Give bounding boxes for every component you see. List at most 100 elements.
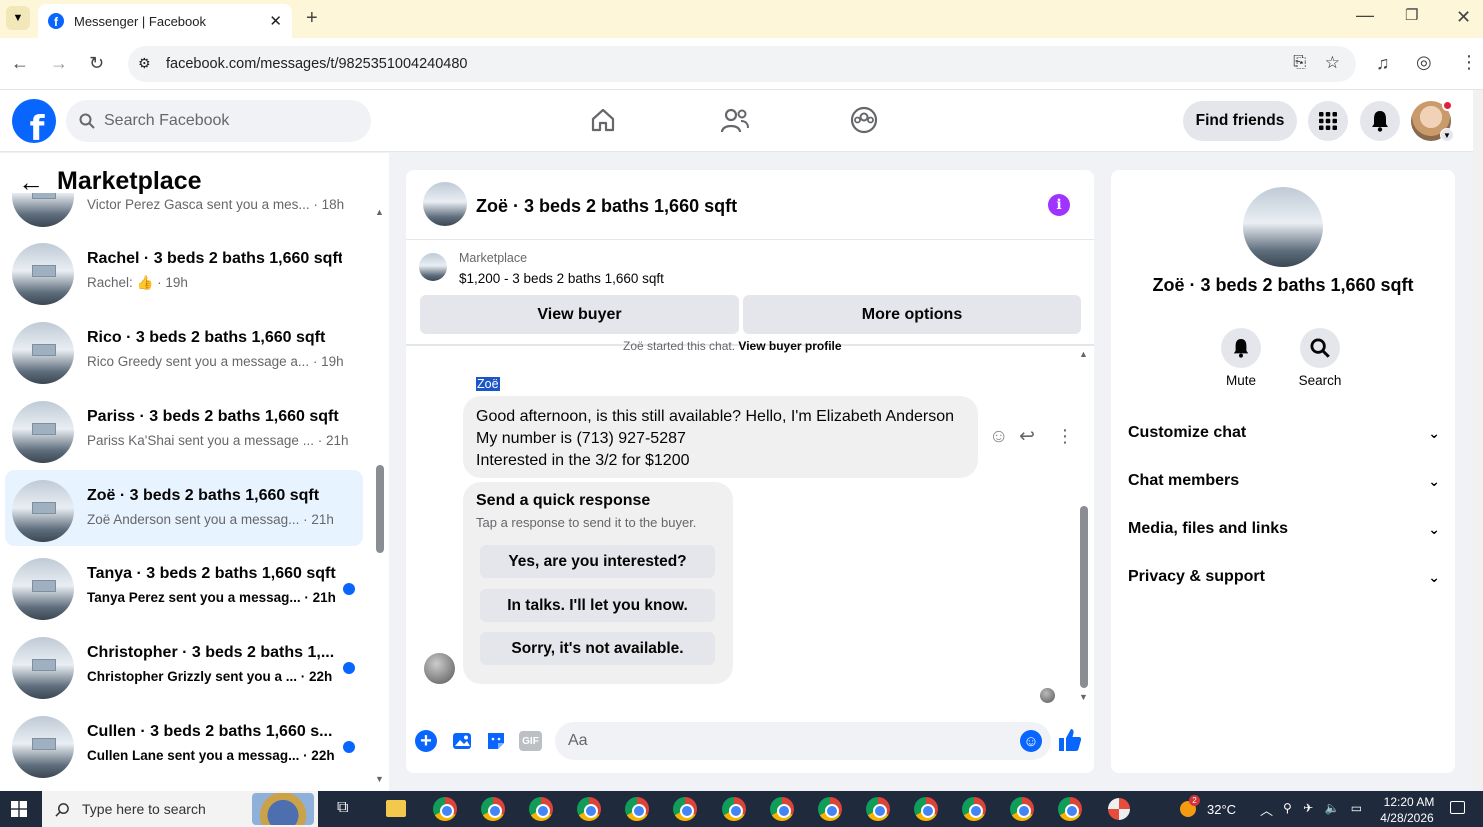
notification-center-icon[interactable] [1450, 801, 1465, 814]
conversation-row[interactable]: Victor · 3 beds 2 baths 1,660 sqftVictor… [5, 193, 363, 231]
chat-title[interactable]: Zoë · 3 beds 2 baths 1,660 sqft [476, 196, 737, 217]
msg-scroll-down-icon[interactable]: ▼ [1079, 692, 1088, 702]
conversation-row[interactable]: Zoë · 3 beds 2 baths 1,660 sqft Zoë Ander… [5, 470, 363, 546]
scroll-down-icon[interactable]: ▼ [375, 774, 384, 784]
restore-icon[interactable]: ❐ [1405, 8, 1418, 23]
taskbar-search-input[interactable]: Type here to search [42, 791, 318, 827]
quick-response-in-talks[interactable]: In talks. I'll let you know. [480, 589, 715, 622]
message-area: Zoë started this chat. View buyer profil… [406, 339, 1094, 714]
back-icon[interactable]: ← [11, 54, 29, 72]
site-info-icon[interactable]: ⚙ [138, 55, 151, 72]
conversation-row[interactable]: Christopher · 3 beds 2 baths 1,... Christ… [5, 627, 363, 703]
gif-icon[interactable]: GIF [519, 731, 542, 751]
message-bubble[interactable]: Good afternoon, is this still available?… [463, 396, 978, 478]
reply-icon[interactable]: ↩ [1019, 425, 1035, 448]
account-chevron-icon[interactable]: ▼ [1440, 128, 1454, 142]
chat-members-section[interactable]: Chat members ⌄ [1128, 466, 1440, 496]
msg-scroll-up-icon[interactable]: ▲ [1079, 349, 1088, 359]
message-more-icon[interactable]: ⋮ [1056, 426, 1074, 447]
home-icon[interactable] [590, 107, 616, 133]
add-actions-icon[interactable]: + [415, 730, 437, 752]
file-explorer-icon[interactable] [386, 800, 406, 817]
browser-tab[interactable]: f Messenger | Facebook ✕ [38, 4, 292, 38]
chrome-window-icon[interactable] [1010, 797, 1034, 821]
profile-icon[interactable]: ◎ [1416, 53, 1432, 71]
find-friends-button[interactable]: Find friends [1183, 101, 1297, 141]
react-icon[interactable]: ☺ [989, 426, 1008, 448]
chrome-window-icon[interactable] [481, 797, 505, 821]
clock-date[interactable]: 4/28/2026 [1374, 811, 1440, 825]
customize-chat-section[interactable]: Customize chat ⌄ [1128, 418, 1440, 448]
message-input[interactable]: Aa ☺ [555, 722, 1051, 760]
media-files-links-section[interactable]: Media, files and links ⌄ [1128, 514, 1440, 544]
search-in-chat-button[interactable] [1300, 328, 1340, 368]
more-options-button[interactable]: More options [743, 295, 1081, 334]
chrome-window-icon[interactable] [722, 797, 746, 821]
tray-chevron-icon[interactable]: ︿ [1260, 800, 1273, 819]
sticker-icon[interactable] [485, 730, 507, 752]
address-bar[interactable]: ⚙ facebook.com/messages/t/98253510042404… [128, 46, 1356, 82]
minimize-icon[interactable]: — [1356, 6, 1374, 24]
tray-icons[interactable]: ⚲ ✈ 🔈 ▭ [1283, 801, 1366, 815]
mute-button[interactable] [1221, 328, 1261, 368]
details-avatar[interactable] [1243, 187, 1323, 267]
page-scrollbar[interactable] [1473, 90, 1483, 791]
reload-icon[interactable]: ↻ [89, 54, 104, 72]
temperature[interactable]: 32°C [1207, 802, 1236, 817]
chrome-window-icon[interactable] [962, 797, 986, 821]
conversation-rows: Victor · 3 beds 2 baths 1,660 sqftVictor… [0, 193, 389, 791]
install-app-icon[interactable]: ⎘ [1293, 54, 1306, 72]
conversation-row[interactable]: Rachel · 3 beds 2 baths 1,660 sqft Rachel… [5, 233, 363, 309]
chrome-window-icon[interactable] [866, 797, 890, 821]
details-name: Zoë · 3 beds 2 baths 1,660 sqft [1152, 275, 1414, 295]
chrome-window-icon[interactable] [673, 797, 697, 821]
search-facebook-input[interactable]: Search Facebook [66, 100, 371, 142]
menu-grid-button[interactable] [1308, 101, 1348, 141]
info-icon[interactable]: i [1048, 194, 1070, 216]
thumbs-up-icon[interactable] [1057, 727, 1083, 753]
browser-menu-icon[interactable]: ⋮ [1460, 53, 1478, 71]
tab-list-button[interactable]: ▼ [6, 6, 30, 30]
view-buyer-button[interactable]: View buyer [420, 295, 739, 334]
facebook-logo[interactable]: f [12, 99, 56, 143]
chrome-window-icon[interactable] [818, 797, 842, 821]
notifications-button[interactable] [1360, 101, 1400, 141]
listing-text[interactable]: $1,200 - 3 beds 2 baths 1,660 sqft [459, 271, 664, 286]
conversation-scrollbar[interactable] [376, 465, 384, 553]
chat-avatar[interactable] [423, 182, 467, 226]
task-view-icon[interactable]: ⧉ [337, 799, 348, 817]
friends-icon[interactable] [720, 107, 750, 135]
quick-response-not-available[interactable]: Sorry, it's not available. [480, 632, 715, 665]
scroll-up-icon[interactable]: ▲ [375, 207, 384, 217]
photo-icon[interactable] [451, 730, 473, 752]
emoji-icon[interactable]: ☺ [1020, 730, 1042, 752]
chrome-window-icon[interactable] [577, 797, 601, 821]
groups-icon[interactable] [850, 106, 878, 134]
chrome-window-icon[interactable] [529, 797, 553, 821]
chrome-window-icon[interactable] [625, 797, 649, 821]
view-buyer-profile-link[interactable]: View buyer profile [738, 339, 841, 353]
chrome-window-icon[interactable] [1058, 797, 1082, 821]
conversation-row[interactable]: Rico · 3 beds 2 baths 1,660 sqft Rico Gre… [5, 312, 363, 388]
bookmark-star-icon[interactable]: ☆ [1325, 53, 1340, 73]
message-scrollbar[interactable] [1080, 506, 1088, 688]
forward-icon[interactable]: → [50, 54, 68, 72]
quick-response-yes[interactable]: Yes, are you interested? [480, 545, 715, 578]
conversation-row[interactable]: Tanya · 3 beds 2 baths 1,660 sqft Tanya P… [5, 548, 363, 624]
close-window-icon[interactable]: ✕ [1456, 8, 1471, 26]
conversation-row[interactable]: Cullen · 3 beds 2 baths 1,660 s... Cullen… [5, 706, 363, 782]
new-tab-icon[interactable]: + [306, 8, 318, 28]
chrome-window-icon[interactable] [770, 797, 794, 821]
chrome-window-icon[interactable] [433, 797, 457, 821]
media-control-icon[interactable]: ♫ [1376, 54, 1390, 72]
close-tab-icon[interactable]: ✕ [269, 12, 282, 30]
bell-icon [1233, 339, 1249, 358]
privacy-support-section[interactable]: Privacy & support ⌄ [1128, 562, 1440, 592]
paint-app-icon[interactable] [1108, 798, 1130, 820]
conversation-row[interactable]: Pariss · 3 beds 2 baths 1,660 sqft Pariss… [5, 391, 363, 467]
listing-avatar [12, 558, 74, 620]
clock-time[interactable]: 12:20 AM [1378, 795, 1440, 809]
listing-thumbnail[interactable] [419, 253, 447, 281]
windows-start-icon[interactable] [11, 801, 27, 817]
chrome-window-icon[interactable] [914, 797, 938, 821]
